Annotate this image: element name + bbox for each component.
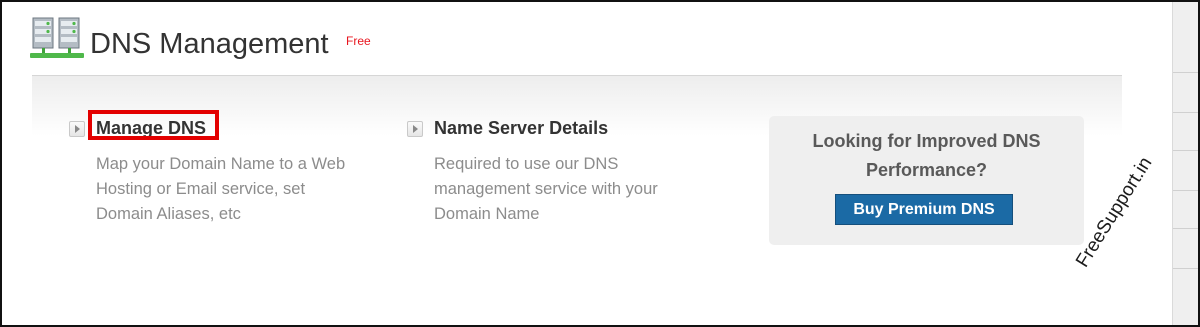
scrollbar-mark bbox=[1173, 190, 1198, 191]
arrow-right-icon bbox=[407, 121, 423, 137]
scrollbar-mark bbox=[1173, 112, 1198, 113]
watermark: FreeSupport.in bbox=[1072, 153, 1157, 272]
dns-management-panel: DNS Management Free Manage DNS Map your … bbox=[0, 0, 1200, 327]
free-badge: Free bbox=[346, 34, 371, 48]
description-line: Required to use our DNS bbox=[434, 155, 619, 173]
name-server-details-description: Required to use our DNS management servi… bbox=[434, 152, 658, 227]
scrollbar-mark bbox=[1173, 228, 1198, 229]
server-icon bbox=[30, 17, 84, 58]
promo-line: Looking for Improved DNS bbox=[812, 131, 1041, 151]
description-line: management service with your bbox=[434, 180, 658, 198]
buy-premium-dns-button[interactable]: Buy Premium DNS bbox=[835, 194, 1013, 225]
description-line: Hosting or Email service, set bbox=[96, 180, 306, 198]
page-header: DNS Management Free bbox=[30, 16, 1120, 72]
arrow-right-icon bbox=[69, 121, 85, 137]
option-name-server-details[interactable]: Name Server Details Required to use our … bbox=[407, 118, 727, 228]
description-line: Domain Name bbox=[434, 205, 540, 223]
description-line: Domain Aliases, etc bbox=[96, 205, 241, 223]
page-title: DNS Management bbox=[90, 28, 329, 60]
scrollbar-mark bbox=[1173, 268, 1198, 269]
description-line: Map your Domain Name to a Web bbox=[96, 155, 346, 173]
promo-text: Looking for Improved DNS Performance? bbox=[769, 127, 1084, 185]
promo-line: Performance? bbox=[865, 160, 988, 180]
manage-dns-description: Map your Domain Name to a Web Hosting or… bbox=[96, 152, 345, 227]
premium-dns-promo: Looking for Improved DNS Performance? Bu… bbox=[769, 116, 1084, 245]
scrollbar[interactable] bbox=[1172, 2, 1198, 325]
name-server-details-link[interactable]: Name Server Details bbox=[434, 118, 608, 139]
scrollbar-mark bbox=[1173, 72, 1198, 73]
highlight-box bbox=[88, 110, 219, 140]
scrollbar-mark bbox=[1173, 150, 1198, 151]
